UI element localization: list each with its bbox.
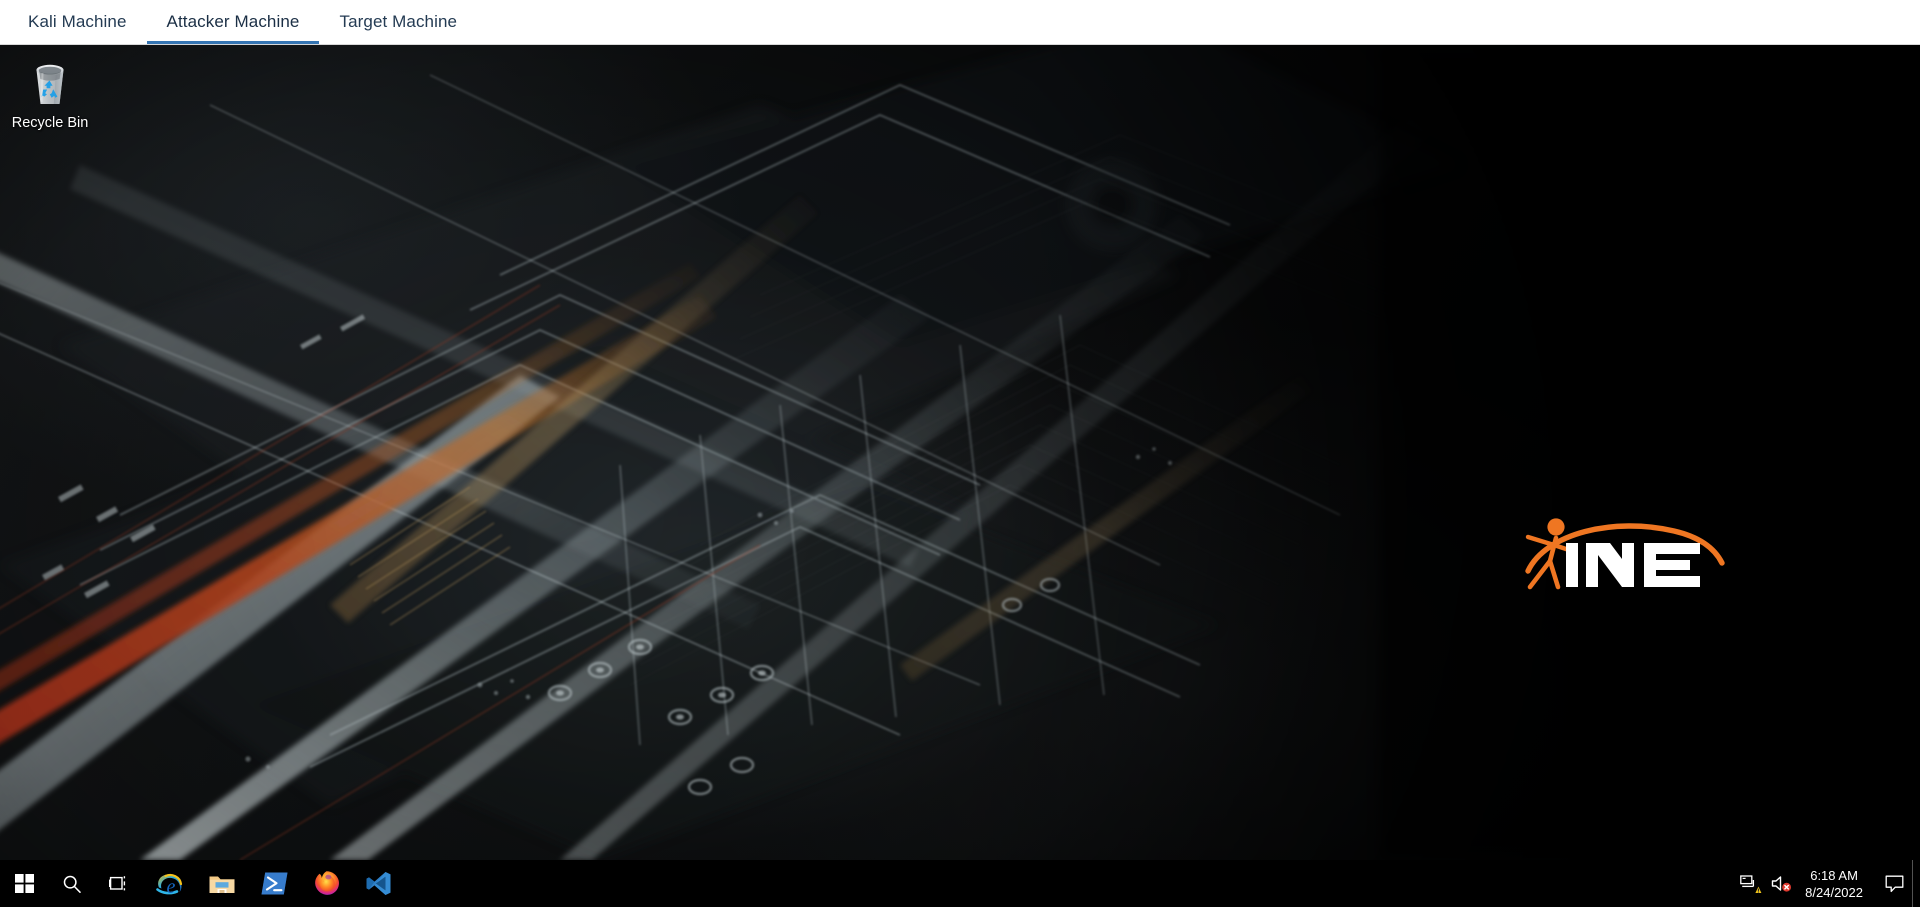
- task-view-glyph: [109, 876, 126, 891]
- taskbar-left-group: e: [0, 860, 404, 907]
- tab-target-machine[interactable]: Target Machine: [319, 0, 477, 44]
- windows-taskbar: e 6:18 AM 8/24/2022: [0, 860, 1920, 907]
- clock-time: 6:18 AM: [1810, 867, 1858, 883]
- internet-explorer-icon[interactable]: e: [144, 860, 196, 907]
- machine-tab-bar: Kali Machine Attacker Machine Target Mac…: [0, 0, 1920, 45]
- volume-muted-icon[interactable]: [1766, 860, 1796, 907]
- taskbar-spacer: [404, 860, 1736, 907]
- desktop-surface[interactable]: Recycle Bin: [0, 45, 1920, 860]
- network-warning-icon[interactable]: [1736, 860, 1766, 907]
- windows-logo-icon: [14, 874, 34, 893]
- vscode-glyph: [366, 872, 390, 895]
- powershell-icon[interactable]: [248, 860, 300, 907]
- speaker-mute-glyph: [1771, 876, 1791, 892]
- powershell-glyph: [261, 872, 287, 895]
- search-icon[interactable]: [48, 860, 96, 907]
- show-desktop-button[interactable]: [1912, 860, 1920, 907]
- svg-text:e: e: [167, 876, 176, 898]
- vscode-icon[interactable]: [352, 860, 404, 907]
- clock-date: 8/24/2022: [1805, 884, 1863, 900]
- tab-label: Attacker Machine: [166, 11, 300, 31]
- desktop-icon-label: Recycle Bin: [11, 115, 89, 131]
- firefox-icon[interactable]: [300, 860, 352, 907]
- taskbar-clock[interactable]: 6:18 AM 8/24/2022: [1796, 860, 1876, 907]
- ie-glyph: e: [156, 873, 183, 898]
- magnifier-icon: [63, 875, 81, 893]
- system-tray: 6:18 AM 8/24/2022: [1736, 860, 1920, 907]
- wallpaper-circuit-traces: [0, 45, 1920, 860]
- firefox-glyph: [314, 871, 339, 895]
- action-center-icon[interactable]: [1876, 860, 1912, 907]
- speech-bubble-glyph: [1885, 875, 1903, 892]
- tab-label: Kali Machine: [28, 11, 127, 31]
- file-explorer-icon[interactable]: [196, 860, 248, 907]
- network-glyph: [1740, 874, 1762, 893]
- recycle-bin-icon: [36, 64, 64, 104]
- tab-attacker-machine[interactable]: Attacker Machine: [146, 0, 320, 44]
- tab-label: Target Machine: [339, 11, 458, 31]
- desktop-icon-recycle-bin[interactable]: Recycle Bin: [6, 57, 94, 132]
- task-view-icon[interactable]: [96, 860, 144, 907]
- ine-logo: [1525, 518, 1725, 590]
- start-button[interactable]: [0, 860, 48, 907]
- folder-glyph: [209, 876, 235, 893]
- tab-kali-machine[interactable]: Kali Machine: [8, 0, 147, 44]
